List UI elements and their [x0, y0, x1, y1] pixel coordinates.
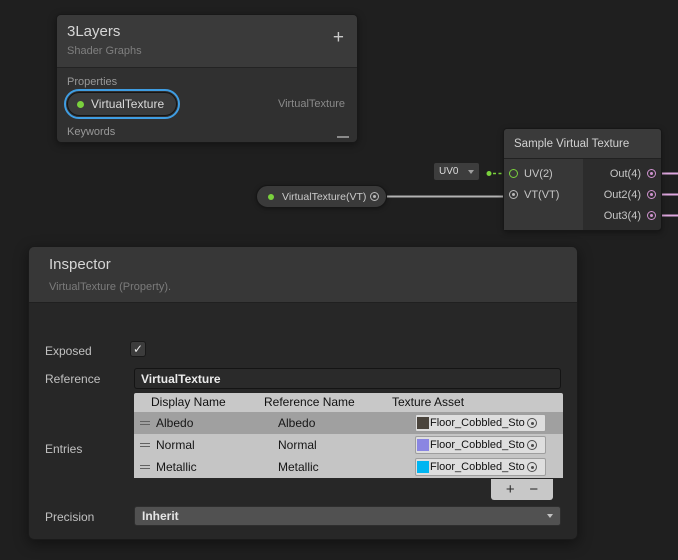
out1-port[interactable]	[647, 169, 656, 178]
checkmark-icon: ✓	[133, 342, 143, 356]
property-type-label: VirtualTexture	[278, 98, 345, 110]
texture-name: Floor_Cobbled_Sto	[430, 439, 527, 451]
add-entry-button[interactable]: +	[506, 482, 515, 497]
output-row-1: Out(4)	[583, 163, 661, 184]
exposed-label: Exposed	[45, 344, 92, 358]
entries-label: Entries	[45, 442, 82, 456]
drag-handle-icon[interactable]	[140, 421, 150, 425]
node-inputs: UV(2) VT(VT)	[504, 159, 583, 230]
exposed-dot-icon	[268, 194, 274, 200]
precision-dropdown[interactable]: Inherit	[134, 506, 561, 526]
uv-input-port[interactable]	[509, 169, 518, 178]
node-title[interactable]: Sample Virtual Texture	[504, 129, 661, 159]
inspector-title: Inspector	[49, 256, 557, 273]
property-pill-label: VirtualTexture	[91, 97, 164, 111]
texture-name: Floor_Cobbled_Sto	[430, 461, 527, 473]
sample-virtual-texture-node[interactable]: Sample Virtual Texture UV(2) VT(VT) Out(…	[503, 128, 662, 231]
entries-table-header: Display Name Reference Name Texture Asse…	[134, 393, 563, 412]
virtualtexture-property-pill[interactable]: VirtualTexture	[67, 92, 177, 116]
inspector-panel: Inspector VirtualTexture (Property). Exp…	[28, 246, 578, 540]
vt-input-port[interactable]	[509, 190, 518, 199]
uv-default-dot	[487, 171, 492, 176]
out3-label: Out3(4)	[604, 210, 641, 222]
remove-entry-button[interactable]: −	[529, 482, 538, 497]
input-row-vt: VT(VT)	[504, 184, 583, 205]
add-property-button[interactable]: +	[333, 28, 344, 47]
texture-thumbnail	[417, 417, 429, 429]
reference-name-cell[interactable]: Metallic	[278, 460, 415, 474]
out3-port[interactable]	[647, 211, 656, 220]
graph-subtitle: Shader Graphs	[67, 45, 347, 57]
vt-input-label: VT(VT)	[524, 189, 559, 201]
inspector-header[interactable]: Inspector VirtualTexture (Property).	[29, 247, 577, 303]
drag-handle-icon[interactable]	[140, 465, 150, 469]
reference-name-cell[interactable]: Normal	[278, 438, 415, 452]
drag-handle-icon[interactable]	[140, 443, 150, 447]
texture-object-field[interactable]: Floor_Cobbled_Sto	[415, 458, 546, 476]
inspector-subtitle: VirtualTexture (Property).	[49, 281, 557, 293]
blackboard-resize-handle[interactable]	[337, 136, 349, 138]
node-outputs: Out(4) Out2(4) Out3(4)	[583, 159, 661, 230]
display-name-cell[interactable]: Normal	[134, 438, 278, 452]
entries-list-footer: + −	[491, 479, 553, 500]
exposed-checkbox[interactable]: ✓	[130, 341, 146, 357]
node-body: UV(2) VT(VT) Out(4) Out2(4) Out3(4)	[504, 159, 661, 230]
shader-graph-canvas: 3Layers Shader Graphs + Properties Virtu…	[0, 0, 678, 560]
chevron-down-icon	[547, 514, 553, 518]
virtualtexture-property-node[interactable]: VirtualTexture(VT)	[256, 185, 387, 208]
output-row-3: Out3(4)	[583, 205, 661, 226]
uv-channel-value: UV0	[439, 166, 458, 177]
table-row-albedo[interactable]: Albedo Albedo Floor_Cobbled_Sto	[134, 412, 563, 434]
blackboard-header[interactable]: 3Layers Shader Graphs +	[57, 15, 357, 68]
texture-name: Floor_Cobbled_Sto	[430, 417, 527, 429]
property-output-port[interactable]	[370, 192, 379, 201]
texture-thumbnail	[417, 461, 429, 473]
col-display-name: Display Name	[151, 395, 226, 409]
reference-name-cell[interactable]: Albedo	[278, 416, 415, 430]
texture-object-field[interactable]: Floor_Cobbled_Sto	[415, 414, 546, 432]
out2-label: Out2(4)	[604, 189, 641, 201]
output-row-2: Out2(4)	[583, 184, 661, 205]
out1-label: Out(4)	[610, 168, 641, 180]
reference-input[interactable]	[134, 368, 561, 389]
object-picker-icon[interactable]	[527, 440, 537, 450]
precision-label: Precision	[45, 510, 94, 524]
uv-input-label: UV(2)	[524, 168, 553, 180]
entries-table: Display Name Reference Name Texture Asse…	[134, 393, 563, 478]
display-name-cell[interactable]: Metallic	[134, 460, 278, 474]
uv-channel-dropdown[interactable]: UV0	[434, 163, 479, 180]
exposed-dot-icon	[77, 101, 84, 108]
chevron-down-icon	[468, 170, 474, 174]
keywords-section-header[interactable]: Keywords	[57, 118, 357, 138]
texture-thumbnail	[417, 439, 429, 451]
reference-label: Reference	[45, 372, 100, 386]
table-row-normal[interactable]: Normal Normal Floor_Cobbled_Sto	[134, 434, 563, 456]
properties-section-header[interactable]: Properties	[57, 68, 357, 88]
object-picker-icon[interactable]	[527, 462, 537, 472]
out2-port[interactable]	[647, 190, 656, 199]
property-node-label: VirtualTexture(VT)	[282, 191, 366, 203]
graph-title: 3Layers	[67, 23, 347, 40]
col-texture-asset: Texture Asset	[392, 395, 464, 409]
input-row-uv: UV(2)	[504, 163, 583, 184]
col-reference-name: Reference Name	[264, 395, 355, 409]
object-picker-icon[interactable]	[527, 418, 537, 428]
texture-object-field[interactable]: Floor_Cobbled_Sto	[415, 436, 546, 454]
property-row: VirtualTexture VirtualTexture	[57, 88, 357, 118]
precision-value: Inherit	[142, 509, 179, 523]
blackboard-panel: 3Layers Shader Graphs + Properties Virtu…	[56, 14, 358, 143]
display-name-cell[interactable]: Albedo	[134, 416, 278, 430]
table-row-metallic[interactable]: Metallic Metallic Floor_Cobbled_Sto	[134, 456, 563, 478]
